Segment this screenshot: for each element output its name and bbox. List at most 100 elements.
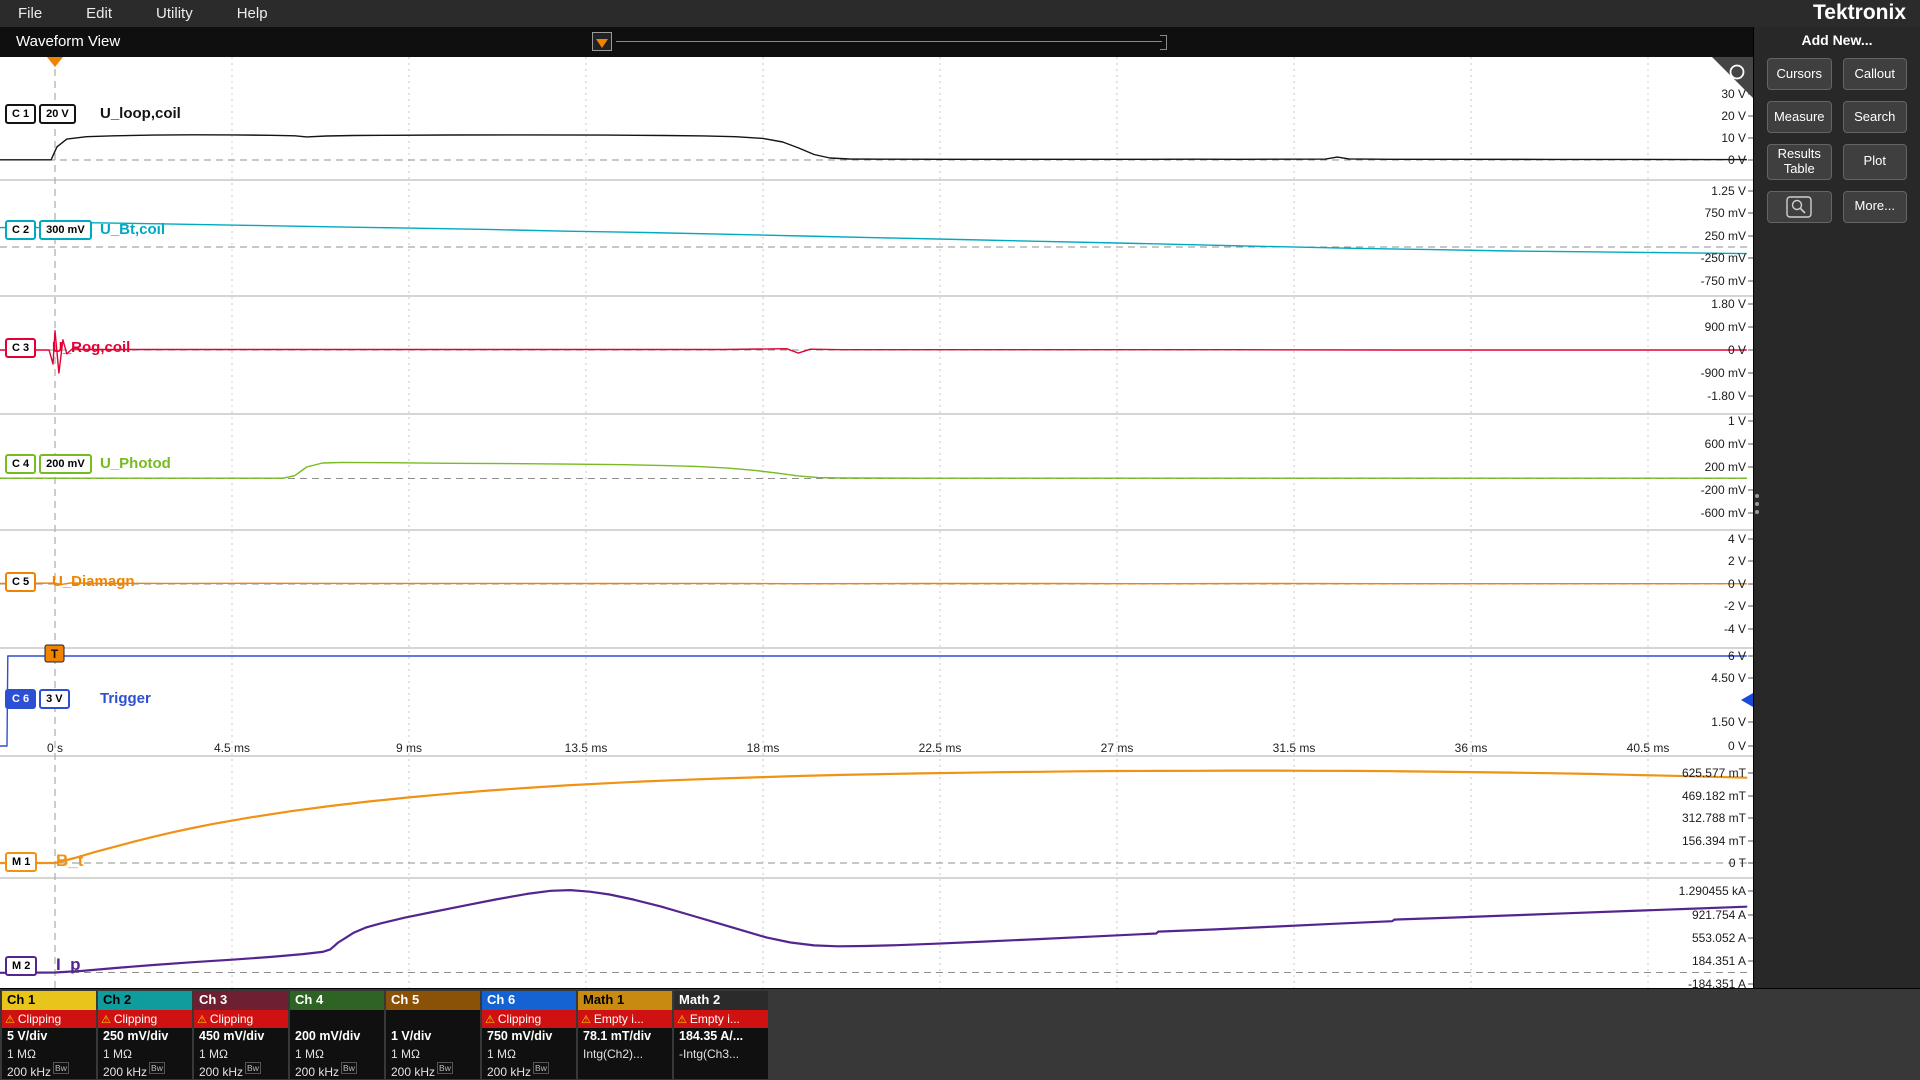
- waveform-view-title[interactable]: Waveform View: [16, 33, 120, 50]
- channel-pill-c2[interactable]: C 2: [5, 220, 36, 240]
- plot-button[interactable]: Plot: [1843, 144, 1908, 180]
- axis-tick-label: -1.80 V: [1707, 389, 1746, 403]
- channel-handle-c4[interactable]: C 4200 mV: [5, 454, 95, 474]
- warning-label: Clipping: [210, 1012, 253, 1026]
- channel-badge-ch-2[interactable]: Ch 2⚠Clipping250 mV/div1 MΩ200 kHzBw: [98, 991, 192, 1079]
- menu-file[interactable]: File: [18, 5, 42, 22]
- time-tick-label: 22.5 ms: [919, 741, 962, 755]
- more-button[interactable]: More...: [1843, 191, 1908, 223]
- channel-badge-ch-5[interactable]: Ch 51 V/div1 MΩ200 kHzBw: [386, 991, 480, 1079]
- channel-label-c6: Trigger: [100, 690, 151, 707]
- warning-label: Clipping: [114, 1012, 157, 1026]
- channel-badge-math-1[interactable]: Math 1⚠Empty i...78.1 mT/divIntg(Ch2)...: [578, 991, 672, 1079]
- channel-badge-ch-3[interactable]: Ch 3⚠Clipping450 mV/div1 MΩ200 kHzBw: [194, 991, 288, 1079]
- callout-button[interactable]: Callout: [1843, 58, 1908, 90]
- search-button[interactable]: Search: [1843, 101, 1908, 133]
- channel-handle-c2[interactable]: C 2300 mV: [5, 220, 95, 240]
- channel-label-c1: U_loop,coil: [100, 105, 181, 122]
- badge-impedance: 1 MΩ: [98, 1047, 192, 1063]
- badge-impedance: -Intg(Ch3...: [674, 1047, 768, 1063]
- menu-bar: File Edit Utility Help: [0, 0, 1920, 27]
- axis-tick-label: 0 V: [1728, 343, 1746, 357]
- badge-impedance: Intg(Ch2)...: [578, 1047, 672, 1063]
- measure-button[interactable]: Measure: [1767, 101, 1832, 133]
- axis-tick-label: 1.50 V: [1711, 715, 1746, 729]
- time-tick-label: 27 ms: [1101, 741, 1134, 755]
- channel-pill-c1[interactable]: C 1: [5, 104, 36, 124]
- channel-scale-pill-c4[interactable]: 200 mV: [39, 454, 92, 474]
- channel-pill-c3[interactable]: C 3: [5, 338, 36, 358]
- channel-pill-c5[interactable]: C 5: [5, 572, 36, 592]
- channel-badge-ch-6[interactable]: Ch 6⚠Clipping750 mV/div1 MΩ200 kHzBw: [482, 991, 576, 1079]
- badge-header: Ch 2: [98, 991, 192, 1010]
- badge-bandwidth: 200 kHzBw: [2, 1063, 96, 1079]
- warning-label: Clipping: [498, 1012, 541, 1026]
- results-table-button[interactable]: Results Table: [1767, 144, 1832, 180]
- bandwidth-limit-icon: Bw: [149, 1062, 165, 1074]
- time-tick-label: 4.5 ms: [214, 741, 250, 755]
- badge-scale: 1 V/div: [386, 1028, 480, 1047]
- time-tick-label: 9 ms: [396, 741, 422, 755]
- axis-tick-label: 1.80 V: [1711, 297, 1746, 311]
- badge-scale: 5 V/div: [2, 1028, 96, 1047]
- trigger-level-arrow[interactable]: [1741, 693, 1753, 707]
- badge-bandwidth: 200 kHzBw: [98, 1063, 192, 1079]
- channel-badge-math-2[interactable]: Math 2⚠Empty i...184.35 A/...-Intg(Ch3..…: [674, 991, 768, 1079]
- badge-scale: 184.35 A/...: [674, 1028, 768, 1047]
- axis-tick-label: 0 V: [1728, 577, 1746, 591]
- channel-scale-pill-c2[interactable]: 300 mV: [39, 220, 92, 240]
- trigger-flag-icon: [596, 39, 608, 48]
- channel-handle-m2[interactable]: M 2: [5, 956, 40, 976]
- menu-edit[interactable]: Edit: [86, 5, 112, 22]
- axis-tick-label: 1.290455 kA: [1679, 884, 1746, 898]
- time-tick-label: 40.5 ms: [1627, 741, 1670, 755]
- waveform-plot[interactable]: 30 V20 V10 V0 V1.25 V750 mV250 mV-250 mV…: [0, 57, 1753, 988]
- right-sidebar: Add New... Cursors Callout Measure Searc…: [1753, 27, 1920, 988]
- time-tick-label: 36 ms: [1455, 741, 1488, 755]
- badge-header: Ch 5: [386, 991, 480, 1010]
- bandwidth-limit-icon: Bw: [533, 1062, 549, 1074]
- channel-scale-pill-c6[interactable]: 3 V: [39, 689, 70, 709]
- panel-resize-handle[interactable]: [1755, 494, 1759, 514]
- bandwidth-limit-icon: Bw: [53, 1062, 69, 1074]
- trigger-position-marker[interactable]: [47, 57, 63, 67]
- channel-handle-m1[interactable]: M 1: [5, 852, 40, 872]
- axis-tick-label: 1 V: [1728, 414, 1746, 428]
- channel-badge-ch-4[interactable]: Ch 4200 mV/div1 MΩ200 kHzBw: [290, 991, 384, 1079]
- bandwidth-limit-icon: Bw: [437, 1062, 453, 1074]
- zoom-button[interactable]: [1767, 191, 1832, 223]
- channel-handle-c5[interactable]: C 5: [5, 572, 39, 592]
- bandwidth-limit-icon: Bw: [341, 1062, 357, 1074]
- axis-tick-label: 469.182 mT: [1682, 789, 1747, 803]
- badge-impedance: 1 MΩ: [194, 1047, 288, 1063]
- pan-zoom-overview-icon[interactable]: [592, 32, 612, 51]
- axis-tick-label: 553.052 A: [1692, 931, 1746, 945]
- channel-label-m2: I_p: [56, 955, 81, 975]
- axis-tick-label: -2 V: [1724, 599, 1746, 613]
- menu-help[interactable]: Help: [237, 5, 268, 22]
- badge-impedance: 1 MΩ: [290, 1047, 384, 1063]
- channel-pill-m1[interactable]: M 1: [5, 852, 37, 872]
- channel-pill-m2[interactable]: M 2: [5, 956, 37, 976]
- channel-pill-c4[interactable]: C 4: [5, 454, 36, 474]
- axis-tick-label: 0 T: [1729, 856, 1747, 870]
- badge-bandwidth: [674, 1063, 768, 1079]
- channel-badge-ch-1[interactable]: Ch 1⚠Clipping5 V/div1 MΩ200 kHzBw: [2, 991, 96, 1079]
- channel-handle-c3[interactable]: C 3: [5, 338, 39, 358]
- axis-tick-label: -250 mV: [1701, 251, 1746, 265]
- channel-handle-c6[interactable]: C 63 V: [5, 689, 73, 709]
- channel-pill-c6[interactable]: C 6: [5, 689, 36, 709]
- channel-handle-c1[interactable]: C 120 V: [5, 104, 79, 124]
- menu-utility[interactable]: Utility: [156, 5, 193, 22]
- oscilloscope-app: { "menu": {"items": ["File", "Edit", "Ut…: [0, 0, 1920, 1080]
- axis-tick-label: 4.50 V: [1711, 671, 1746, 685]
- pan-zoom-overview-bar[interactable]: [616, 41, 1162, 42]
- badge-impedance: 1 MΩ: [386, 1047, 480, 1063]
- bottom-bar: Ch 1⚠Clipping5 V/div1 MΩ200 kHzBwCh 2⚠Cl…: [0, 988, 1920, 1080]
- axis-tick-label: 750 mV: [1705, 206, 1746, 220]
- channel-scale-pill-c1[interactable]: 20 V: [39, 104, 76, 124]
- badge-scale: 78.1 mT/div: [578, 1028, 672, 1047]
- axis-tick-label: 4 V: [1728, 532, 1746, 546]
- cursors-button[interactable]: Cursors: [1767, 58, 1832, 90]
- axis-tick-label: 6 V: [1728, 649, 1746, 663]
